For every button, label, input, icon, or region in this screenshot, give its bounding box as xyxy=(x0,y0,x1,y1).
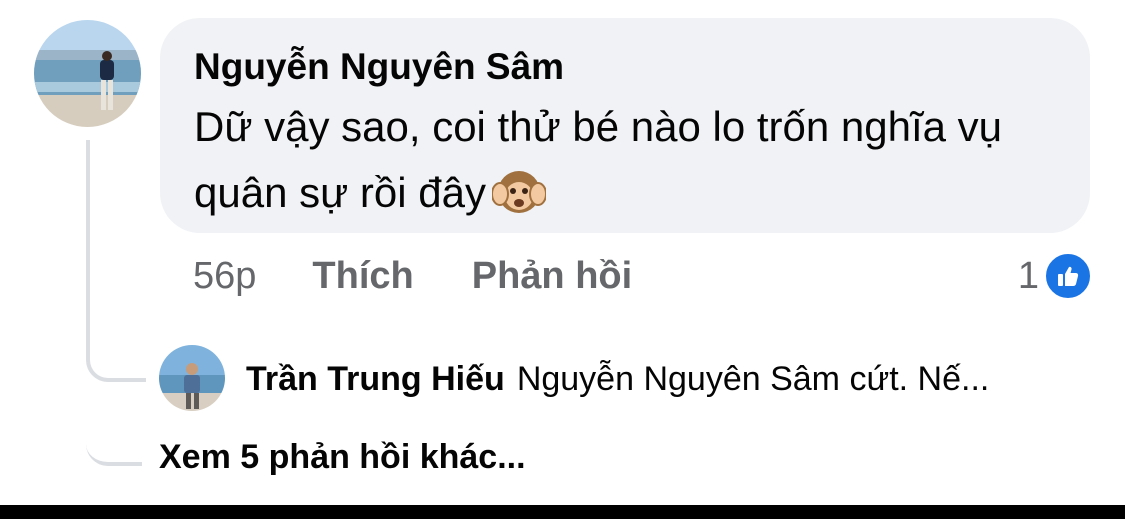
view-more-replies-link[interactable]: Xem 5 phản hồi khác... xyxy=(159,438,526,477)
reply-text: Nguyễn Nguyên Sâm cứt. Nế... xyxy=(516,359,990,398)
like-icon xyxy=(1043,251,1093,301)
like-button[interactable]: Thích xyxy=(312,255,413,298)
beach-photo-avatar-icon xyxy=(159,345,225,411)
commenter-avatar[interactable] xyxy=(34,20,141,127)
reply-button[interactable]: Phản hồi xyxy=(472,255,632,298)
hear-no-evil-monkey-icon xyxy=(490,163,547,236)
comment-bubble: Nguyễn Nguyên Sâm Dữ vậy sao, coi thử bé… xyxy=(160,18,1090,233)
comment-body: Dữ vậy sao, coi thử bé nào lo trốn nghĩa… xyxy=(194,94,1014,236)
reaction-count: 1 xyxy=(1017,254,1039,297)
bottom-bar xyxy=(0,505,1125,519)
reply-author-name[interactable]: Trần Trung Hiếu xyxy=(246,360,505,399)
reaction-summary[interactable]: 1 xyxy=(1018,248,1093,304)
reply-preview[interactable]: Trần Trung Hiếu Nguyễn Nguyên Sâm cứt. N… xyxy=(246,356,989,402)
reply-author-avatar[interactable] xyxy=(159,345,225,411)
comment-timestamp[interactable]: 56p xyxy=(193,255,256,298)
comment-author-name[interactable]: Nguyễn Nguyên Sâm xyxy=(194,44,1056,90)
thread-connector-line xyxy=(86,140,146,382)
comment-text: Dữ vậy sao, coi thử bé nào lo trốn nghĩa… xyxy=(194,103,1003,216)
beach-photo-avatar-icon xyxy=(34,20,141,127)
comment-actions: 56p Thích Phản hồi xyxy=(193,248,690,304)
thread-connector-line-2 xyxy=(86,370,142,466)
